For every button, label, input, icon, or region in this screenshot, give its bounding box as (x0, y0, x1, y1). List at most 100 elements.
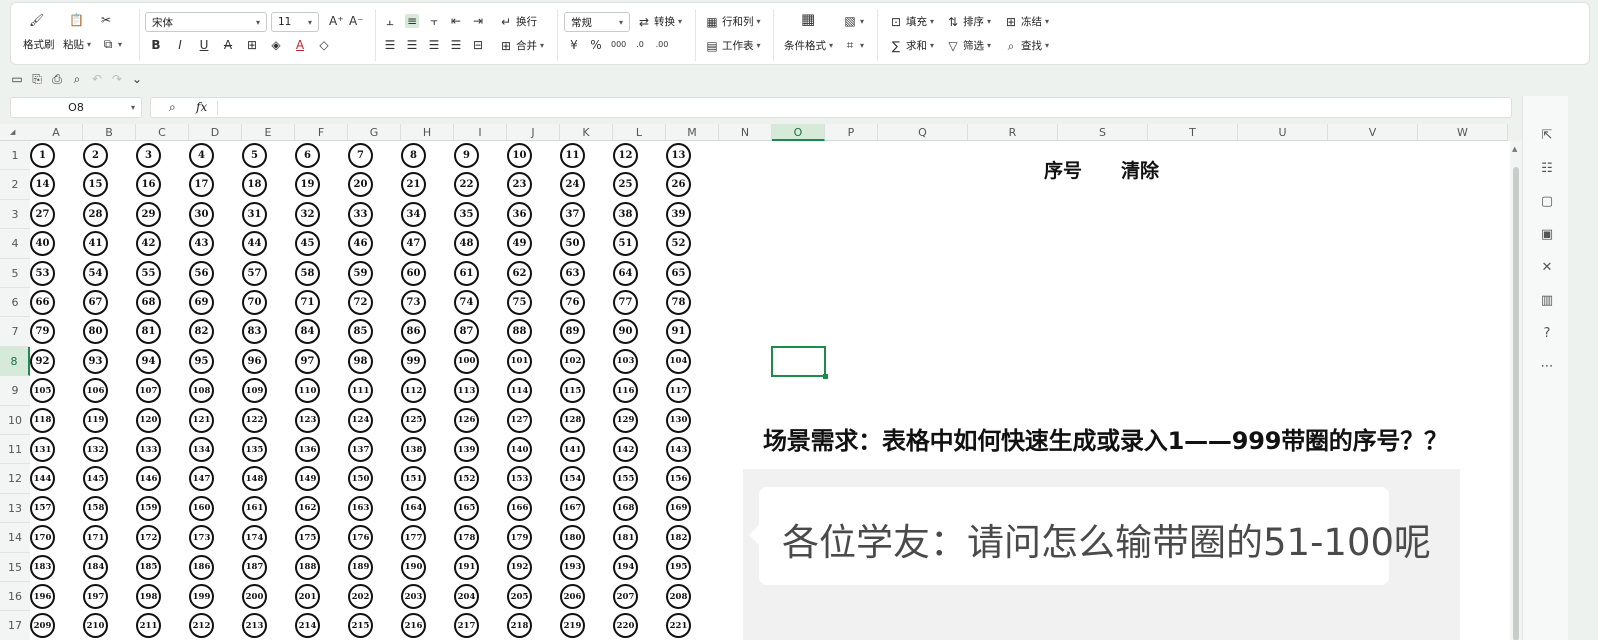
help-icon[interactable]: ? (1539, 326, 1555, 342)
number-format-select[interactable]: 常规 ▾ (564, 12, 630, 32)
column-header-c[interactable]: C (136, 124, 189, 141)
paste-dropdown[interactable]: 粘贴 ▾ (63, 37, 91, 52)
column-header-s[interactable]: S (1058, 124, 1148, 141)
row-header-10[interactable]: 10 (0, 405, 30, 435)
column-header-q[interactable]: Q (878, 124, 968, 141)
vertical-scrollbar[interactable]: ▲ (1510, 141, 1522, 640)
comment-icon[interactable]: ▢ (1539, 194, 1555, 210)
align-left-icon[interactable]: ☰ (383, 38, 397, 52)
indent-increase-icon[interactable]: ⇥ (471, 14, 485, 28)
select-all-corner[interactable]: ◢ (0, 124, 30, 141)
tools-icon[interactable]: ✕ (1539, 260, 1555, 276)
row-header-6[interactable]: 6 (0, 288, 30, 318)
row-header-7[interactable]: 7 (0, 317, 30, 347)
percent-icon[interactable]: % (589, 38, 603, 52)
row-header-1[interactable]: 1 (0, 141, 30, 171)
currency-icon[interactable]: ¥ (567, 38, 581, 52)
cut-button[interactable]: ✂ (99, 13, 113, 27)
freeze-button[interactable]: ⊞ 冻结 ▾ (1004, 14, 1049, 29)
more-icon[interactable]: ⋯ (1539, 359, 1555, 375)
cell-size-button[interactable]: ⌗ ▾ (843, 38, 864, 52)
indent-decrease-icon[interactable]: ⇤ (449, 14, 463, 28)
column-header-h[interactable]: H (401, 124, 454, 141)
align-right-icon[interactable]: ☰ (427, 38, 441, 52)
cond-format-button[interactable]: ▦ (801, 12, 815, 27)
font-size-select[interactable]: 11 ▾ (271, 12, 319, 32)
column-header-b[interactable]: B (83, 124, 136, 141)
font-color-icon[interactable]: A (293, 38, 307, 52)
worksheet-button[interactable]: ▤ 工作表 ▾ (705, 38, 760, 53)
thousands-icon[interactable]: 000 (611, 38, 626, 52)
column-header-u[interactable]: U (1238, 124, 1328, 141)
zoom-icon[interactable]: ⌕ (169, 100, 176, 115)
bold-icon[interactable]: B (149, 38, 163, 52)
column-header-f[interactable]: F (295, 124, 348, 141)
fill-button[interactable]: ⊡ 填充 ▾ (889, 14, 934, 29)
print-preview-icon[interactable]: ⌕ (70, 72, 84, 86)
column-header-j[interactable]: J (507, 124, 560, 141)
cond-format-dropdown[interactable]: 条件格式 ▾ (784, 38, 833, 53)
scroll-up-icon[interactable]: ▲ (1512, 145, 1517, 153)
column-header-r[interactable]: R (968, 124, 1058, 141)
align-center-icon[interactable]: ☰ (405, 38, 419, 52)
row-header-9[interactable]: 9 (0, 376, 30, 406)
border-icon[interactable]: ⊞ (245, 38, 259, 52)
fx-icon[interactable]: fx (196, 100, 207, 114)
sum-button[interactable]: ∑ 求和 ▾ (889, 38, 934, 53)
image-edit-icon[interactable]: ▣ (1539, 227, 1555, 243)
column-header-o[interactable]: O (772, 124, 825, 141)
book-icon[interactable]: ▥ (1539, 293, 1555, 309)
column-header-i[interactable]: I (454, 124, 507, 141)
column-header-e[interactable]: E (242, 124, 295, 141)
format-painter-button[interactable]: 🖌 (29, 13, 44, 27)
undo-icon[interactable]: ↶ (90, 72, 104, 86)
export-icon[interactable]: ⎘ (30, 72, 44, 86)
row-header-16[interactable]: 16 (0, 582, 30, 612)
copy-button[interactable]: ⧉ ▾ (101, 37, 122, 51)
column-header-l[interactable]: L (613, 124, 666, 141)
cursor-icon[interactable]: ⇱ (1539, 128, 1555, 144)
find-button[interactable]: ⌕ 查找 ▾ (1004, 38, 1049, 53)
row-header-4[interactable]: 4 (0, 229, 30, 259)
wrap-text-button[interactable]: ↵ 换行 (499, 14, 537, 29)
align-middle-icon[interactable]: ≡ (405, 14, 419, 28)
redo-icon[interactable]: ↷ (110, 72, 124, 86)
formula-bar[interactable]: ⌕ fx (150, 97, 1512, 118)
row-header-2[interactable]: 2 (0, 170, 30, 200)
font-name-select[interactable]: 宋体 ▾ (145, 12, 267, 32)
distribute-icon[interactable]: ⊟ (471, 38, 485, 52)
eraser-icon[interactable]: ◇ (317, 38, 331, 52)
rows-cols-button[interactable]: ▦ 行和列 ▾ (705, 14, 760, 29)
scrollbar-thumb[interactable] (1513, 167, 1519, 640)
column-header-m[interactable]: M (666, 124, 719, 141)
row-header-15[interactable]: 15 (0, 552, 30, 582)
column-header-g[interactable]: G (348, 124, 401, 141)
column-header-w[interactable]: W (1418, 124, 1508, 141)
row-header-8[interactable]: 8 (0, 346, 30, 377)
print-icon[interactable]: ⎙ (50, 72, 64, 86)
column-header-v[interactable]: V (1328, 124, 1418, 141)
align-top-icon[interactable]: ⫠ (383, 14, 397, 28)
active-cell[interactable] (771, 346, 828, 379)
sort-button[interactable]: ⇅ 排序 ▾ (946, 14, 991, 29)
font-shrink-button[interactable]: A⁻ (349, 14, 364, 28)
chevron-down-icon[interactable]: ⌄ (130, 72, 144, 86)
italic-icon[interactable]: I (173, 38, 187, 52)
font-grow-button[interactable]: A⁺ (329, 14, 344, 28)
justify-icon[interactable]: ☰ (449, 38, 463, 52)
settings-sliders-icon[interactable]: ☷ (1539, 161, 1555, 177)
row-header-3[interactable]: 3 (0, 199, 30, 230)
convert-button[interactable]: ⇄ 转换 ▾ (637, 14, 682, 29)
column-header-t[interactable]: T (1148, 124, 1238, 141)
decimal-decrease-icon[interactable]: .00 (655, 38, 669, 52)
column-header-k[interactable]: K (560, 124, 613, 141)
save-icon[interactable]: ▭ (10, 72, 24, 86)
row-header-14[interactable]: 14 (0, 523, 30, 553)
underline-icon[interactable]: U (197, 38, 211, 52)
row-header-12[interactable]: 12 (0, 464, 30, 494)
merge-button[interactable]: ⊞ 合并 ▾ (499, 38, 544, 53)
name-box[interactable]: O8 ▾ (10, 97, 142, 118)
column-header-a[interactable]: A (30, 124, 83, 141)
strikethrough-icon[interactable]: A (221, 38, 235, 52)
decimal-increase-icon[interactable]: .0 (633, 38, 647, 52)
